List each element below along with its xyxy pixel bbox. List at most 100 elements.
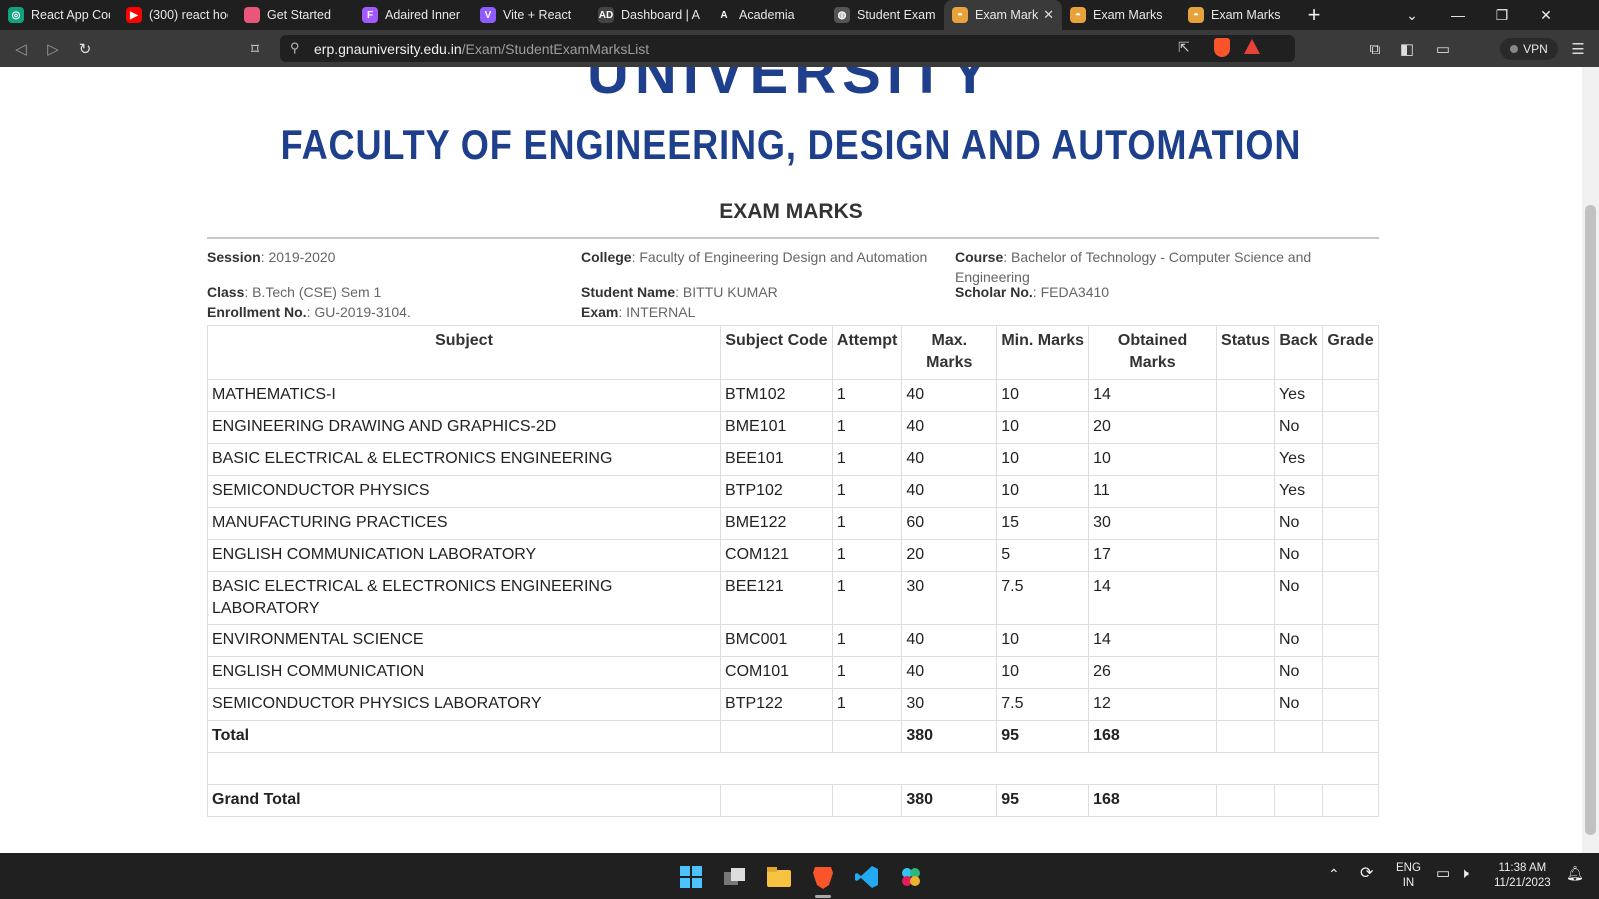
table-cell: Grand Total [206,784,722,817]
table-cell [1321,656,1380,689]
bookmark-icon[interactable]: ⌑ [244,38,266,60]
table-cell [1215,411,1275,444]
tray-overflow-icon[interactable]: ⌃ [1328,867,1340,882]
tab-title: Exam Mark [975,8,1039,22]
tab-list-button[interactable]: ⌄ [1390,0,1434,30]
tab-title: Vite + React [503,8,572,22]
gna-icon: ◓ [1070,7,1086,23]
table-cell: 40 [901,443,998,476]
table-cell: BEE121 [720,571,833,625]
volume-muted-icon[interactable]: 🕨 [1460,866,1469,881]
browser-tab[interactable]: ◓ Exam Marks [1062,0,1180,30]
table-cell [1321,720,1380,753]
browser-tab[interactable]: ◓ Exam Mark ✕ [944,0,1062,30]
close-window-button[interactable]: ✕ [1524,0,1568,30]
table-cell [1215,539,1275,572]
table-cell: 168 [1088,784,1217,817]
vpn-button[interactable]: VPN [1500,38,1558,60]
table-cell [831,720,903,753]
restore-button[interactable]: ❐ [1480,0,1524,30]
wallet-icon[interactable]: ▭ [1432,38,1454,60]
table-cell: BMC001 [720,624,833,657]
browser-tab[interactable]: Get Started [236,0,354,30]
college-field: College: Faculty of Engineering Design a… [581,249,928,265]
vscode-icon[interactable] [854,864,880,890]
student-name-field: Student Name: BITTU KUMAR [581,284,778,300]
file-explorer-icon[interactable] [766,864,792,890]
task-view-icon[interactable] [722,864,748,890]
close-tab-icon[interactable]: ✕ [1043,7,1054,23]
slack-icon[interactable] [898,864,924,890]
browser-tab[interactable]: ◓ Exam Marks [1180,0,1298,30]
browser-tab[interactable]: A Academia [708,0,826,30]
table-cell: 20 [1088,411,1217,444]
table-header-row: Subject Subject Code Attempt Max. Marks Min.… [206,325,1380,380]
scrollbar-thumb[interactable] [1585,205,1596,835]
brave-rewards-icon[interactable] [1244,39,1260,54]
taskbar: ⌃ ⟳ ENG IN ▭ 🕨 11:38 AM 11/21/2023 🔔︎ [0,853,1599,899]
notification-bell-icon[interactable]: 🔔︎ [1566,866,1584,881]
vpn-label: VPN [1523,42,1548,56]
table-cell [1215,784,1275,817]
table-cell: 30 [901,571,998,625]
table-cell: 5 [996,539,1090,572]
table-cell: COM121 [720,539,833,572]
brave-shields-icon[interactable] [1214,38,1230,57]
faculty-heading: FACULTY OF ENGINEERING, DESIGN AND AUTOM… [280,121,1302,168]
column-header: Max. Marks [901,325,998,380]
spacer-cell [207,752,1379,785]
sidebar-icon[interactable]: ◧ [1396,38,1418,60]
reload-button[interactable]: ↻ [74,38,96,60]
table-cell: 1 [831,539,903,572]
region-code: IN [1402,877,1415,889]
new-tab-button[interactable]: + [1298,0,1330,30]
table-row: BASIC ELECTRICAL & ELECTRONICS ENGINEERI… [206,443,1380,476]
table-cell: ENGINEERING DRAWING AND GRAPHICS-2D [206,411,722,444]
table-cell: MANUFACTURING PRACTICES [206,507,722,540]
table-cell [1321,475,1380,508]
total-row: Total 380 95 168 [206,720,1380,753]
table-cell: 1 [831,443,903,476]
forward-button[interactable]: ▷ [42,38,64,60]
session-field: Session: 2019-2020 [207,249,336,265]
browser-tab[interactable]: AD Dashboard | Ad [590,0,708,30]
browser-tab[interactable]: ◍ Student Exam M [826,0,944,30]
table-cell: No [1273,411,1323,444]
table-cell [1215,656,1275,689]
windows-start-icon[interactable] [678,864,704,890]
tab-title: Adaired Inner P [385,8,464,22]
table-cell: 40 [901,379,998,412]
language-indicator[interactable]: ENG IN [1396,861,1421,891]
clock[interactable]: 11:38 AM 11/21/2023 [1494,861,1551,891]
marks-table: Subject Subject Code Attempt Max. Marks Min.… [206,325,1380,817]
browser-tab[interactable]: V Vite + React [472,0,590,30]
address-bar[interactable]: ⚲ erp.gnauniversity.edu.in/Exam/StudentE… [280,35,1295,62]
sync-icon[interactable]: ⟳ [1360,866,1373,882]
table-cell: BME122 [720,507,833,540]
tab-title: Get Started [267,8,331,22]
minimize-button[interactable]: — [1436,0,1480,30]
vpn-status-icon [1510,45,1519,53]
table-cell [1321,443,1380,476]
table-cell: 7.5 [996,571,1090,625]
table-cell [1321,624,1380,657]
table-row: SEMICONDUCTOR PHYSICS BTP102 1 40 10 11 Yes [206,475,1380,508]
site-info-icon[interactable]: ⚲ [290,40,300,56]
tab-title: React App Code [31,8,110,22]
browser-tab[interactable]: F Adaired Inner P [354,0,472,30]
browser-tab[interactable]: ▶ (300) react hook [118,0,236,30]
network-icon[interactable]: ▭ [1436,866,1450,881]
brave-browser-icon[interactable] [810,864,836,890]
table-cell [1215,571,1275,625]
share-icon[interactable]: ⇱ [1178,39,1190,56]
gna-icon: ◓ [1188,7,1204,23]
table-cell: 17 [1088,539,1217,572]
table-cell [1321,571,1380,625]
table-cell: 11 [1088,475,1217,508]
menu-icon[interactable]: ☰ [1567,38,1589,60]
table-cell: ENGLISH COMMUNICATION LABORATORY [206,539,722,572]
browser-tab[interactable]: ◎ React App Code [0,0,118,30]
back-button[interactable]: ◁ [10,38,32,60]
tab-title: Exam Marks [1093,8,1163,22]
extensions-icon[interactable]: ⧉ [1364,38,1386,60]
